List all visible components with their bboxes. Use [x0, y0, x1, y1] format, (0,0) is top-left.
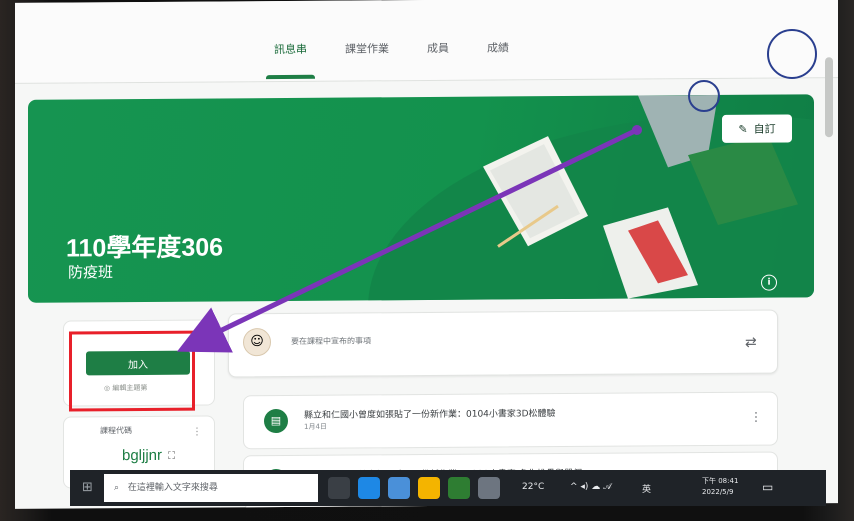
- annotation-circle-large: [767, 29, 817, 79]
- taskbar-search-input[interactable]: ⌕ 在這裡輸入文字來搜尋: [104, 474, 318, 502]
- chrome-icon[interactable]: [418, 477, 440, 499]
- photos-icon[interactable]: [448, 477, 470, 499]
- clock-time: 下午 08:41: [702, 477, 739, 485]
- file-explorer-icon[interactable]: [388, 477, 410, 499]
- annotation-circle-small: [688, 80, 720, 112]
- windows-taskbar: ⊞ ⌕ 在這裡輸入文字來搜尋 22°C ^ ◂) ☁ 𝒜 英 下午 08:41 …: [70, 470, 826, 506]
- search-placeholder: 在這裡輸入文字來搜尋: [127, 483, 218, 493]
- edge-icon[interactable]: [358, 477, 380, 499]
- annotation-arrow: [176, 127, 639, 353]
- taskbar-clock[interactable]: 下午 08:41 2022/5/9: [702, 476, 738, 498]
- arrow-origin-dot: [632, 125, 642, 135]
- tray-icons[interactable]: ^ ◂) ☁ 𝒜: [570, 482, 612, 492]
- search-icon: ⌕: [114, 483, 120, 493]
- input-language[interactable]: 英: [642, 482, 651, 495]
- clock-date: 2022/5/9: [702, 488, 734, 496]
- annotation-overlay: [176, 29, 817, 353]
- notification-icon[interactable]: ▭: [762, 480, 773, 494]
- task-view-icon[interactable]: [328, 477, 350, 499]
- windows-start-icon[interactable]: ⊞: [82, 480, 96, 495]
- weather-text[interactable]: 22°C: [522, 482, 544, 492]
- app-icon[interactable]: [478, 477, 500, 499]
